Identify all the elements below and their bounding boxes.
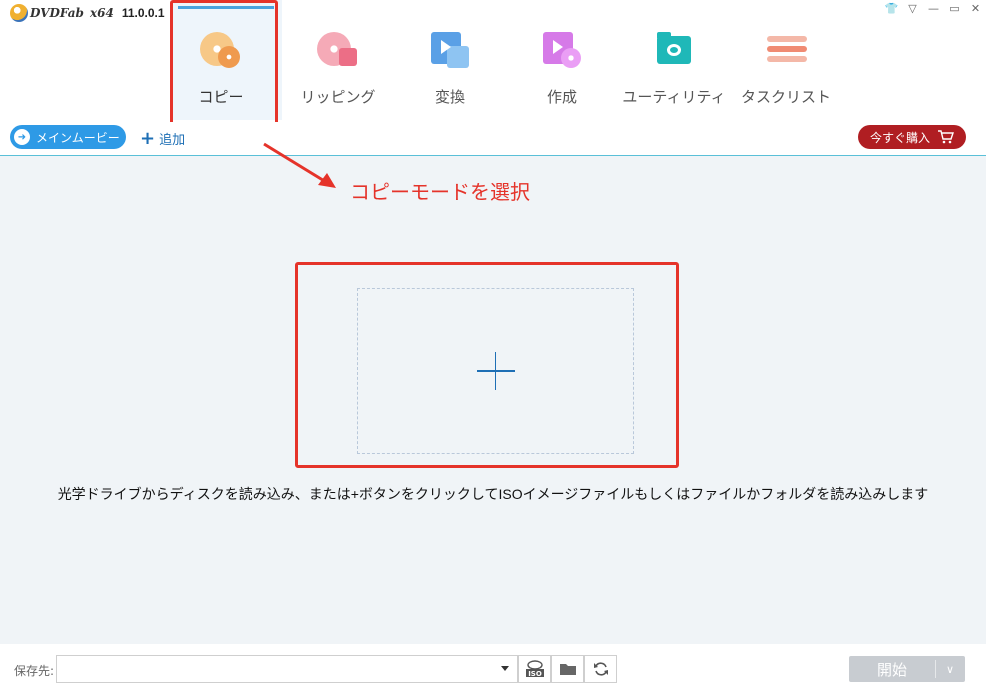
shirt-icon[interactable]: 👕 — [881, 0, 902, 16]
ripper-icon — [315, 30, 361, 70]
save-to-label: 保存先: — [14, 664, 55, 678]
creator-icon — [539, 30, 585, 70]
nav-item-copy[interactable]: コピー — [170, 0, 282, 128]
copy-disc-icon — [198, 30, 244, 70]
refresh-button[interactable] — [584, 655, 617, 683]
window-controls: 👕 ▽ — ▭ ✕ — [881, 0, 986, 16]
refresh-icon — [593, 662, 608, 676]
nav-item-label: タスクリスト — [740, 89, 831, 106]
add-source-label: 追加 — [159, 133, 186, 148]
iso-button[interactable]: ISO — [518, 655, 551, 683]
converter-icon — [427, 30, 473, 70]
bottom-bar: 保存先: ISO 開始 ∨ — [0, 644, 986, 692]
app-version: 11.0.0.1 — [121, 6, 165, 20]
chevron-down-icon[interactable] — [501, 666, 509, 671]
nav-item-label: ユーティリティ — [622, 89, 726, 106]
arrow-right-icon: ➜ — [14, 129, 30, 145]
toolbar: ➜ メインムービー + 追加 今すぐ購入 — [0, 122, 986, 156]
minimize-icon[interactable]: — — [923, 0, 944, 16]
drop-hint-text: 光学ドライブからディスクを読み込み、または+ボタンをクリックしてISOイメージフ… — [57, 486, 929, 502]
start-label: 開始 — [876, 660, 907, 679]
plus-icon: + — [140, 127, 156, 149]
nav-item-utilities[interactable]: ユーティリティ — [618, 0, 730, 120]
nav-item-ripper[interactable]: リッピング — [282, 0, 394, 120]
menu-icon[interactable]: ▽ — [902, 0, 923, 16]
drop-zone[interactable] — [357, 288, 634, 454]
copy-mode-button[interactable]: ➜ メインムービー — [10, 125, 126, 149]
nav-item-label: 作成 — [546, 89, 577, 106]
task-list-icon — [763, 30, 809, 70]
annotation-arrow — [263, 142, 336, 188]
nav-item-task-list[interactable]: タスクリスト — [730, 0, 842, 120]
nav-item-label: リッピング — [300, 89, 376, 106]
browse-folder-button[interactable] — [551, 655, 584, 683]
folder-icon — [559, 664, 576, 675]
annotation-text: コピーモードを選択 — [350, 182, 530, 204]
save-path-dropdown[interactable] — [56, 655, 518, 683]
iso-icon: ISO — [525, 660, 544, 678]
svg-text:ISO: ISO — [528, 670, 542, 678]
copy-mode-label: メインムービー — [36, 130, 120, 145]
buy-now-button[interactable]: 今すぐ購入 — [858, 125, 966, 149]
nav-item-converter[interactable]: 変換 — [394, 0, 506, 120]
app-logo: DVDFab x64 11.0.0.1 — [10, 4, 165, 22]
add-source-button[interactable]: + 追加 — [140, 129, 185, 148]
add-plus-icon[interactable] — [476, 352, 515, 390]
module-nav: コピー リッピング 変換 作成 ユーティリティ タスクリスト — [170, 0, 842, 128]
nav-item-creator[interactable]: 作成 — [506, 0, 618, 120]
app-logo-text: DVDFab x64 — [30, 6, 114, 20]
utilities-icon — [651, 30, 697, 70]
nav-item-label: コピー — [198, 89, 244, 106]
start-button[interactable]: 開始 ∨ — [849, 656, 965, 682]
dvdfab-logo-icon — [10, 4, 28, 22]
cart-icon — [938, 130, 954, 144]
close-icon[interactable]: ✕ — [965, 0, 986, 16]
maximize-icon[interactable]: ▭ — [944, 0, 965, 16]
buy-now-label: 今すぐ購入 — [869, 130, 930, 145]
chevron-down-icon[interactable]: ∨ — [936, 663, 964, 676]
nav-item-label: 変換 — [434, 89, 465, 106]
